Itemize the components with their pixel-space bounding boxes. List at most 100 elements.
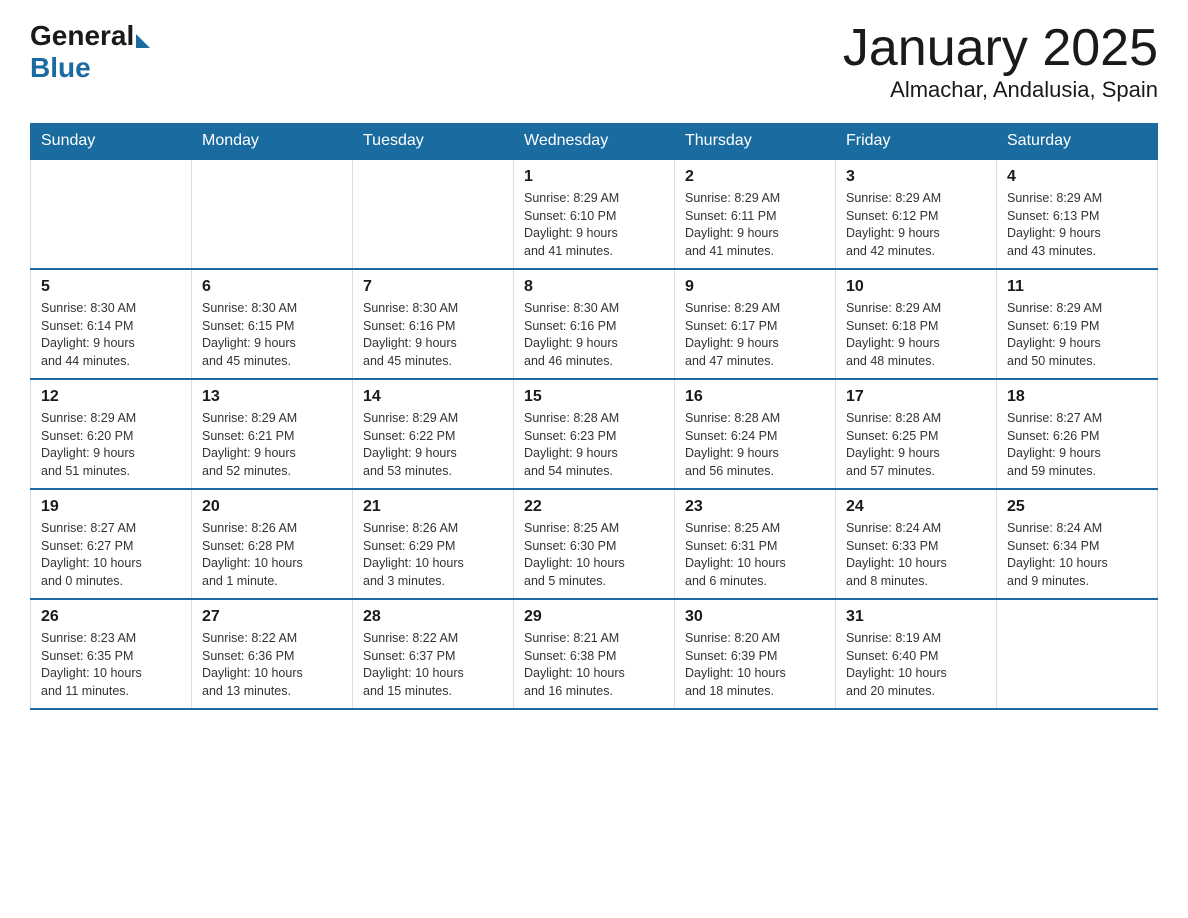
day-info: Sunrise: 8:27 AM Sunset: 6:27 PM Dayligh… bbox=[41, 520, 181, 590]
calendar-cell: 5 Sunrise: 8:30 AM Sunset: 6:14 PM Daylig… bbox=[31, 269, 192, 379]
day-number: 17 bbox=[846, 388, 986, 406]
calendar-cell: 4Sunrise: 8:29 AM Sunset: 6:13 PM Daylig… bbox=[997, 159, 1158, 269]
calendar-cell: 7 Sunrise: 8:30 AM Sunset: 6:16 PM Daylig… bbox=[353, 269, 514, 379]
calendar-cell: 25Sunrise: 8:24 AM Sunset: 6:34 PM Dayli… bbox=[997, 489, 1158, 599]
day-number: 20 bbox=[202, 498, 342, 516]
logo-blue-text: Blue bbox=[30, 52, 91, 84]
day-number: 12 bbox=[41, 388, 181, 406]
calendar-week-row: 12 Sunrise: 8:29 AM Sunset: 6:20 PM Dayli… bbox=[31, 379, 1158, 489]
calendar-week-row: 1 Sunrise: 8:29 AM Sunset: 6:10 PM Daylig… bbox=[31, 159, 1158, 269]
logo: General Blue bbox=[30, 20, 152, 84]
calendar-day-header: Sunday bbox=[31, 124, 192, 160]
day-info: Sunrise: 8:29 AM Sunset: 6:19 PM Dayligh… bbox=[1007, 300, 1147, 370]
calendar-cell: 19 Sunrise: 8:27 AM Sunset: 6:27 PM Dayli… bbox=[31, 489, 192, 599]
day-number: 10 bbox=[846, 278, 986, 296]
calendar-cell: 16Sunrise: 8:28 AM Sunset: 6:24 PM Dayli… bbox=[675, 379, 836, 489]
calendar-cell: 9 Sunrise: 8:29 AM Sunset: 6:17 PM Daylig… bbox=[675, 269, 836, 379]
day-info: Sunrise: 8:27 AM Sunset: 6:26 PM Dayligh… bbox=[1007, 410, 1147, 480]
calendar-cell: 26 Sunrise: 8:23 AM Sunset: 6:35 PM Dayli… bbox=[31, 599, 192, 709]
day-info: Sunrise: 8:19 AM Sunset: 6:40 PM Dayligh… bbox=[846, 630, 986, 700]
day-number: 15 bbox=[524, 388, 664, 406]
calendar-cell: 21Sunrise: 8:26 AM Sunset: 6:29 PM Dayli… bbox=[353, 489, 514, 599]
day-info: Sunrise: 8:28 AM Sunset: 6:23 PM Dayligh… bbox=[524, 410, 664, 480]
calendar-cell: 3 Sunrise: 8:29 AM Sunset: 6:12 PM Daylig… bbox=[836, 159, 997, 269]
calendar-cell: 1 Sunrise: 8:29 AM Sunset: 6:10 PM Daylig… bbox=[514, 159, 675, 269]
calendar-day-header: Thursday bbox=[675, 124, 836, 160]
day-info: Sunrise: 8:25 AM Sunset: 6:30 PM Dayligh… bbox=[524, 520, 664, 590]
day-info: Sunrise: 8:29 AM Sunset: 6:11 PM Dayligh… bbox=[685, 190, 825, 260]
day-number: 11 bbox=[1007, 278, 1147, 296]
calendar-day-header: Tuesday bbox=[353, 124, 514, 160]
day-info: Sunrise: 8:26 AM Sunset: 6:28 PM Dayligh… bbox=[202, 520, 342, 590]
location-title: Almachar, Andalusia, Spain bbox=[843, 77, 1158, 103]
day-number: 9 bbox=[685, 278, 825, 296]
day-number: 27 bbox=[202, 608, 342, 626]
day-number: 8 bbox=[524, 278, 664, 296]
day-info: Sunrise: 8:29 AM Sunset: 6:12 PM Dayligh… bbox=[846, 190, 986, 260]
calendar-cell bbox=[997, 599, 1158, 709]
day-number: 3 bbox=[846, 168, 986, 186]
day-number: 29 bbox=[524, 608, 664, 626]
day-info: Sunrise: 8:29 AM Sunset: 6:17 PM Dayligh… bbox=[685, 300, 825, 370]
day-info: Sunrise: 8:30 AM Sunset: 6:15 PM Dayligh… bbox=[202, 300, 342, 370]
day-info: Sunrise: 8:29 AM Sunset: 6:10 PM Dayligh… bbox=[524, 190, 664, 260]
calendar-week-row: 5 Sunrise: 8:30 AM Sunset: 6:14 PM Daylig… bbox=[31, 269, 1158, 379]
calendar-cell: 6 Sunrise: 8:30 AM Sunset: 6:15 PM Daylig… bbox=[192, 269, 353, 379]
calendar-cell: 12 Sunrise: 8:29 AM Sunset: 6:20 PM Dayli… bbox=[31, 379, 192, 489]
calendar-cell: 28Sunrise: 8:22 AM Sunset: 6:37 PM Dayli… bbox=[353, 599, 514, 709]
calendar-cell: 14 Sunrise: 8:29 AM Sunset: 6:22 PM Dayli… bbox=[353, 379, 514, 489]
day-info: Sunrise: 8:28 AM Sunset: 6:25 PM Dayligh… bbox=[846, 410, 986, 480]
page-header: General Blue January 2025 Almachar, Anda… bbox=[30, 20, 1158, 103]
calendar-day-header: Saturday bbox=[997, 124, 1158, 160]
day-number: 31 bbox=[846, 608, 986, 626]
day-number: 2 bbox=[685, 168, 825, 186]
day-number: 19 bbox=[41, 498, 181, 516]
calendar-cell: 31 Sunrise: 8:19 AM Sunset: 6:40 PM Dayli… bbox=[836, 599, 997, 709]
day-number: 28 bbox=[363, 608, 503, 626]
day-info: Sunrise: 8:25 AM Sunset: 6:31 PM Dayligh… bbox=[685, 520, 825, 590]
calendar-day-header: Wednesday bbox=[514, 124, 675, 160]
calendar-cell: 8Sunrise: 8:30 AM Sunset: 6:16 PM Daylig… bbox=[514, 269, 675, 379]
day-info: Sunrise: 8:28 AM Sunset: 6:24 PM Dayligh… bbox=[685, 410, 825, 480]
calendar-cell: 18Sunrise: 8:27 AM Sunset: 6:26 PM Dayli… bbox=[997, 379, 1158, 489]
day-number: 1 bbox=[524, 168, 664, 186]
day-number: 6 bbox=[202, 278, 342, 296]
day-info: Sunrise: 8:30 AM Sunset: 6:16 PM Dayligh… bbox=[363, 300, 503, 370]
day-info: Sunrise: 8:22 AM Sunset: 6:36 PM Dayligh… bbox=[202, 630, 342, 700]
day-info: Sunrise: 8:24 AM Sunset: 6:33 PM Dayligh… bbox=[846, 520, 986, 590]
calendar-cell: 23Sunrise: 8:25 AM Sunset: 6:31 PM Dayli… bbox=[675, 489, 836, 599]
calendar-cell: 24 Sunrise: 8:24 AM Sunset: 6:33 PM Dayli… bbox=[836, 489, 997, 599]
day-info: Sunrise: 8:20 AM Sunset: 6:39 PM Dayligh… bbox=[685, 630, 825, 700]
day-info: Sunrise: 8:30 AM Sunset: 6:14 PM Dayligh… bbox=[41, 300, 181, 370]
day-number: 4 bbox=[1007, 168, 1147, 186]
day-info: Sunrise: 8:24 AM Sunset: 6:34 PM Dayligh… bbox=[1007, 520, 1147, 590]
calendar-cell: 11 Sunrise: 8:29 AM Sunset: 6:19 PM Dayli… bbox=[997, 269, 1158, 379]
calendar-cell: 17 Sunrise: 8:28 AM Sunset: 6:25 PM Dayli… bbox=[836, 379, 997, 489]
logo-arrow-icon bbox=[136, 34, 150, 48]
calendar-day-header: Friday bbox=[836, 124, 997, 160]
calendar-cell: 10Sunrise: 8:29 AM Sunset: 6:18 PM Dayli… bbox=[836, 269, 997, 379]
day-info: Sunrise: 8:26 AM Sunset: 6:29 PM Dayligh… bbox=[363, 520, 503, 590]
day-number: 7 bbox=[363, 278, 503, 296]
calendar-cell bbox=[192, 159, 353, 269]
day-number: 13 bbox=[202, 388, 342, 406]
calendar-table: SundayMondayTuesdayWednesdayThursdayFrid… bbox=[30, 123, 1158, 710]
calendar-cell: 20 Sunrise: 8:26 AM Sunset: 6:28 PM Dayli… bbox=[192, 489, 353, 599]
calendar-cell: 29Sunrise: 8:21 AM Sunset: 6:38 PM Dayli… bbox=[514, 599, 675, 709]
day-number: 24 bbox=[846, 498, 986, 516]
calendar-week-row: 26 Sunrise: 8:23 AM Sunset: 6:35 PM Dayli… bbox=[31, 599, 1158, 709]
calendar-week-row: 19 Sunrise: 8:27 AM Sunset: 6:27 PM Dayli… bbox=[31, 489, 1158, 599]
day-info: Sunrise: 8:23 AM Sunset: 6:35 PM Dayligh… bbox=[41, 630, 181, 700]
calendar-day-header: Monday bbox=[192, 124, 353, 160]
day-number: 30 bbox=[685, 608, 825, 626]
day-info: Sunrise: 8:29 AM Sunset: 6:20 PM Dayligh… bbox=[41, 410, 181, 480]
day-number: 5 bbox=[41, 278, 181, 296]
calendar-cell: 13 Sunrise: 8:29 AM Sunset: 6:21 PM Dayli… bbox=[192, 379, 353, 489]
logo-general-text: General bbox=[30, 20, 134, 52]
day-info: Sunrise: 8:29 AM Sunset: 6:22 PM Dayligh… bbox=[363, 410, 503, 480]
day-number: 14 bbox=[363, 388, 503, 406]
day-number: 26 bbox=[41, 608, 181, 626]
day-number: 22 bbox=[524, 498, 664, 516]
calendar-cell: 2 Sunrise: 8:29 AM Sunset: 6:11 PM Daylig… bbox=[675, 159, 836, 269]
day-info: Sunrise: 8:29 AM Sunset: 6:21 PM Dayligh… bbox=[202, 410, 342, 480]
